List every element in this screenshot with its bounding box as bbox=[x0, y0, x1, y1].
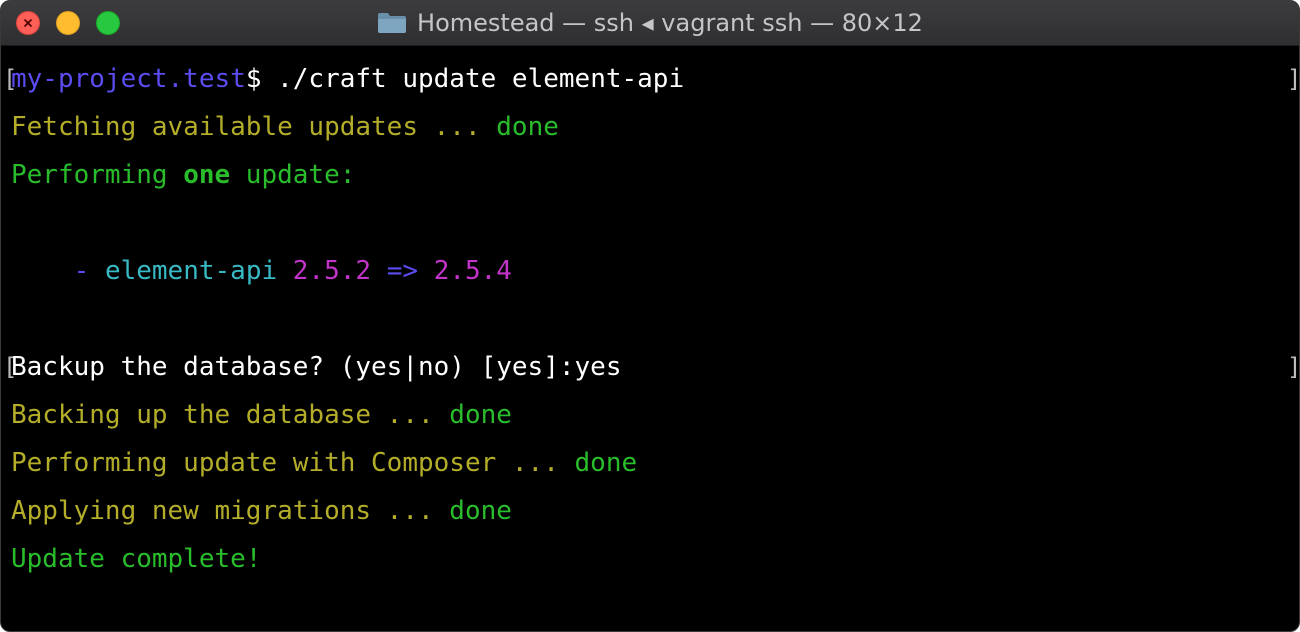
prompt-host: my-project.test bbox=[11, 64, 246, 94]
output-line-complete: Update complete! bbox=[11, 539, 261, 579]
mark-bracket-close: ] bbox=[1287, 59, 1299, 99]
output-line-performing: Performing one update: bbox=[11, 155, 355, 195]
status-done: done bbox=[449, 496, 512, 526]
output-count: one bbox=[183, 160, 231, 190]
terminal-window: Homestead — ssh ◂ vagrant ssh — 80×12 [ … bbox=[0, 0, 1300, 632]
output-line-composer: Performing update with Composer ... done bbox=[11, 443, 637, 483]
output-text: Applying new migrations ... bbox=[11, 496, 450, 526]
status-done: done bbox=[496, 112, 559, 142]
backup-prompt-line: Backup the database? (yes|no) [yes]:yes bbox=[11, 347, 622, 387]
terminal-output[interactable]: [ ] my-project.test$ ./craft update elem… bbox=[1, 45, 1299, 631]
backup-question: Backup the database? (yes|no) [yes]: bbox=[11, 352, 575, 382]
version-arrow: => bbox=[386, 256, 419, 286]
output-text: Performing bbox=[11, 160, 184, 190]
mark-bracket-close: ] bbox=[1287, 347, 1299, 387]
backup-answer: yes bbox=[574, 352, 622, 382]
command-text: ./craft update element-api bbox=[277, 64, 685, 94]
output-text: update: bbox=[230, 160, 356, 190]
list-dash: - bbox=[73, 256, 105, 286]
command-line: my-project.test$ ./craft update element-… bbox=[11, 59, 684, 99]
completion-message: Update complete! bbox=[11, 544, 262, 574]
window-title: Homestead — ssh ◂ vagrant ssh — 80×12 bbox=[417, 9, 923, 37]
output-line-package: - element-api 2.5.2 => 2.5.4 bbox=[11, 251, 512, 291]
output-line-fetching: Fetching available updates ... done bbox=[11, 107, 559, 147]
output-line-migrations: Applying new migrations ... done bbox=[11, 491, 512, 531]
window-title-container: Homestead — ssh ◂ vagrant ssh — 80×12 bbox=[1, 1, 1299, 45]
prompt-symbol: $ bbox=[245, 64, 278, 94]
version-to: 2.5.4 bbox=[433, 256, 512, 286]
status-done: done bbox=[449, 400, 512, 430]
title-bar[interactable]: Homestead — ssh ◂ vagrant ssh — 80×12 bbox=[1, 1, 1299, 46]
status-done: done bbox=[574, 448, 638, 478]
output-text: Backing up the database ... bbox=[11, 400, 450, 430]
version-from: 2.5.2 bbox=[292, 256, 372, 286]
folder-icon bbox=[378, 13, 407, 33]
package-name: element-api bbox=[104, 256, 278, 286]
output-line-backing-up: Backing up the database ... done bbox=[11, 395, 512, 435]
output-text: Fetching available updates ... bbox=[11, 112, 497, 142]
output-text: Performing update with Composer ... bbox=[11, 448, 575, 478]
